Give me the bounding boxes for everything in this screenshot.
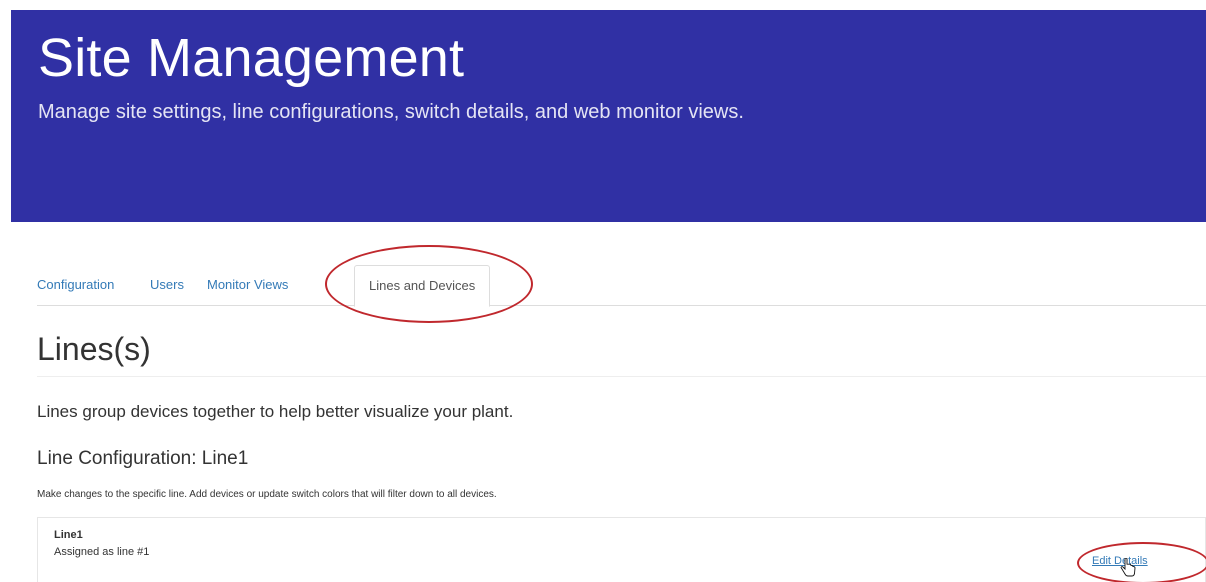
line-panel: Line1 Assigned as line #1 Edit Details bbox=[37, 517, 1206, 582]
page: Site Management Manage site settings, li… bbox=[0, 0, 1206, 582]
line-name: Line1 bbox=[54, 529, 83, 541]
page-subtitle: Manage site settings, line configuration… bbox=[38, 101, 744, 123]
section-divider bbox=[37, 376, 1206, 377]
page-header-banner: Site Management Manage site settings, li… bbox=[11, 10, 1206, 222]
tab-configuration[interactable]: Configuration bbox=[37, 265, 114, 305]
tab-monitor-views[interactable]: Monitor Views bbox=[207, 265, 288, 305]
tab-bar: Configuration Users Monitor Views Lines … bbox=[37, 265, 1206, 307]
line-assignment: Assigned as line #1 bbox=[54, 546, 150, 558]
line-configuration-title: Line Configuration: Line1 bbox=[37, 448, 249, 469]
tab-lines-and-devices[interactable]: Lines and Devices bbox=[354, 265, 491, 307]
section-title: Lines(s) bbox=[37, 331, 151, 367]
hand-pointer-cursor-icon bbox=[1120, 558, 1136, 577]
page-title: Site Management bbox=[38, 28, 465, 88]
section-lead-text: Lines group devices together to help bet… bbox=[37, 402, 514, 421]
line-configuration-description: Make changes to the specific line. Add d… bbox=[37, 489, 497, 500]
tab-users[interactable]: Users bbox=[150, 265, 184, 305]
